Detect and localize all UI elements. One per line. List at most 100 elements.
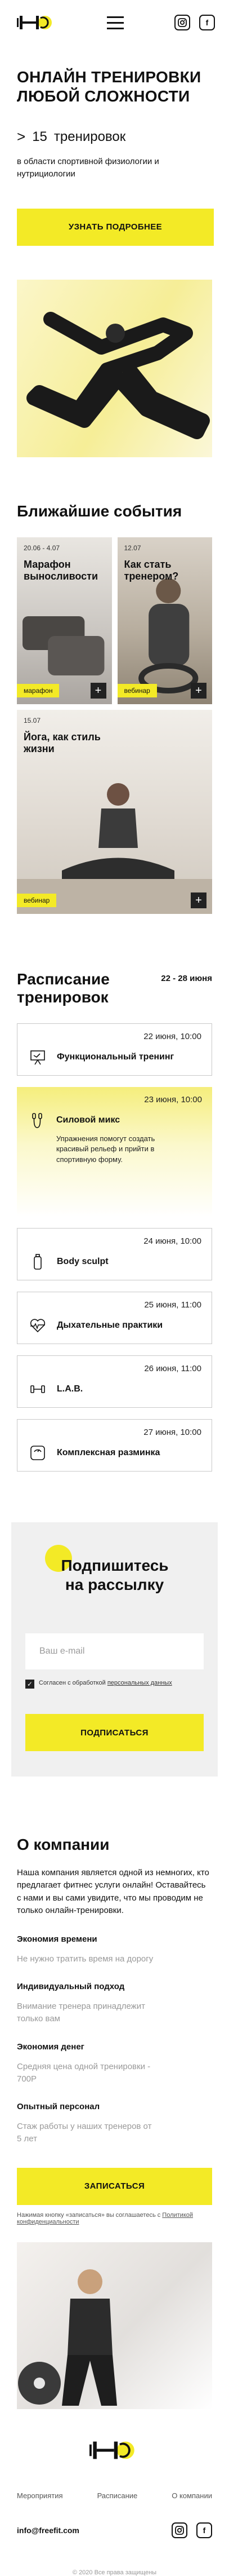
whiteboard-icon: [28, 1047, 48, 1067]
signup-note: Нажимая кнопку «записаться» вы соглашает…: [17, 2212, 212, 2225]
dumbbell-icon: [28, 1379, 48, 1399]
consent-checkbox[interactable]: ✓: [25, 1680, 34, 1689]
dumbbell-logo-icon: [89, 2441, 134, 2459]
footer-logo[interactable]: [17, 2440, 212, 2460]
schedule-title: Расписание тренировок: [17, 970, 110, 1006]
feature-text: Внимание тренера принадлежит только вам: [17, 2001, 145, 2024]
footer-copyright: © 2020 Все права защищены: [72, 2569, 157, 2576]
hero-title: ОНЛАЙН ТРЕНИРОВКИ ЛЮБОЙ СЛОЖНОСТИ: [17, 68, 201, 105]
footer-link-events[interactable]: Мероприятия: [17, 2491, 63, 2500]
dumbbell-logo-icon: [17, 16, 52, 29]
counter-value: 15: [32, 129, 47, 144]
schedule-date: 24 июня, 10:00: [143, 1236, 201, 1247]
menu-burger-button[interactable]: [107, 16, 124, 29]
schedule-name: Body sculpt: [57, 1257, 109, 1267]
privacy-link[interactable]: персональных данных: [107, 1680, 172, 1686]
schedule-name: L.A.B.: [57, 1384, 83, 1394]
instagram-icon[interactable]: [172, 2522, 187, 2538]
footer-contact: info@freefit.com f: [17, 2522, 212, 2538]
schedule-item[interactable]: 24 июня, 10:00 Body sculpt: [17, 1228, 212, 1281]
footer-email[interactable]: info@freefit.com: [17, 2526, 79, 2535]
schedule-date: 25 июня, 11:00: [144, 1300, 201, 1310]
schedule-section: Расписание тренировок 22 - 28 июня 22 ию…: [0, 970, 229, 1472]
event-card[interactable]: 15.07 Йога, как стиль жизни вебинар +: [17, 709, 212, 914]
event-date: 15.07: [24, 716, 41, 724]
event-title: Марафон выносливости: [24, 558, 98, 582]
events-section: Ближайшие события 20.06 - 4.07 Марафон в…: [0, 502, 229, 914]
logo[interactable]: [17, 15, 56, 30]
schedule-header: Расписание тренировок 22 - 28 июня: [17, 970, 212, 1006]
email-input[interactable]: [25, 1633, 204, 1670]
feature-title: Экономия денег: [17, 2042, 84, 2052]
heartbeat-icon: [28, 1315, 48, 1336]
feature-text: Средняя цена одной тренировки - 700Р: [17, 2061, 151, 2084]
schedule-list: 22 июня, 10:00 Функциональный тренинг 23…: [17, 1023, 212, 1472]
bottle-icon: [28, 1252, 48, 1272]
schedule-item[interactable]: 25 июня, 11:00 Дыхательные практики: [17, 1292, 212, 1345]
gym-photo: [17, 2242, 212, 2409]
feature-text: Стаж работы у наших тренеров от 5 лет: [17, 2122, 152, 2144]
vk-icon[interactable]: f: [199, 15, 215, 30]
consent-label: Согласен с обработкой: [39, 1680, 106, 1687]
event-title: Как стать тренером?: [124, 558, 179, 582]
subscribe-button[interactable]: ПОДПИСАТЬСЯ: [25, 1714, 204, 1752]
feature-title: Экономия времени: [17, 1934, 97, 1944]
event-badge: марафон: [17, 683, 60, 697]
about-section: О компании Наша компания является одной …: [0, 1836, 229, 2225]
about-title: О компании: [17, 1836, 110, 1854]
schedule-item[interactable]: 22 июня, 10:00 Функциональный тренинг: [17, 1023, 212, 1076]
event-badge: вебинар: [17, 893, 57, 907]
event-date: 12.07: [124, 544, 141, 552]
event-title: Йога, как стиль жизни: [24, 731, 101, 755]
events-title: Ближайшие события: [17, 502, 182, 520]
add-event-button[interactable]: +: [191, 682, 206, 699]
footer-social-links: f: [172, 2522, 212, 2538]
training-counter: > 15 тренировок: [17, 128, 212, 145]
footer: Мероприятия Расписание О компании info@f…: [0, 2440, 229, 2576]
feature-title: Индивидуальный подход: [17, 1982, 125, 1992]
hero-subtitle: в области спортивной физиологии и нутриц…: [17, 157, 159, 179]
footer-link-about[interactable]: О компании: [172, 2491, 212, 2500]
jump-rope-icon: [27, 1110, 47, 1130]
add-event-button[interactable]: +: [191, 892, 206, 908]
consent-text: Согласен с обработкой персональных данны…: [39, 1680, 172, 1686]
event-card[interactable]: 12.07 Как стать тренером? вебинар +: [117, 537, 212, 704]
schedule-item[interactable]: 26 июня, 11:00 L.A.B.: [17, 1355, 212, 1408]
schedule-date: 27 июня, 10:00: [143, 1428, 201, 1438]
subscribe-section: Подпишитесь на рассылку ✓ Согласен с обр…: [11, 1522, 218, 1777]
scale-icon: [28, 1443, 48, 1463]
vk-icon[interactable]: f: [196, 2522, 212, 2538]
counter-label: тренировок: [53, 129, 126, 144]
event-badge: вебинар: [117, 683, 157, 697]
schedule-date: 26 июня, 11:00: [144, 1364, 201, 1374]
consent-row: ✓ Согласен с обработкой персональных дан…: [25, 1680, 204, 1689]
learn-more-button[interactable]: УЗНАТЬ ПОДРОБНЕЕ: [17, 208, 214, 246]
event-date: 20.06 - 4.07: [24, 544, 60, 552]
header: f: [0, 0, 229, 45]
counter-prefix: >: [17, 128, 26, 145]
add-event-button[interactable]: +: [90, 682, 106, 699]
footer-nav: Мероприятия Расписание О компании: [17, 2491, 212, 2500]
schedule-name: Силовой микс: [56, 1115, 120, 1125]
footer-link-schedule[interactable]: Расписание: [97, 2491, 138, 2500]
note-text: Нажимая кнопку «записаться» вы соглашает…: [17, 2211, 161, 2219]
schedule-name: Комплексная разминка: [57, 1448, 160, 1458]
subscribe-title: Подпишитесь на рассылку: [61, 1557, 169, 1593]
schedule-date: 23 июня, 10:00: [144, 1095, 202, 1105]
schedule-date-range: 22 - 28 июня: [161, 973, 212, 983]
schedule-item-highlighted[interactable]: 23 июня, 10:00 Силовой микс Упражнения п…: [17, 1087, 212, 1217]
event-card[interactable]: 20.06 - 4.07 Марафон выносливости марафо…: [17, 537, 112, 704]
schedule-date: 22 июня, 10:00: [143, 1032, 201, 1042]
schedule-item[interactable]: 27 июня, 10:00 Комплексная разминка: [17, 1419, 212, 1472]
schedule-name: Функциональный тренинг: [57, 1052, 174, 1062]
hero-section: ОНЛАЙН ТРЕНИРОВКИ ЛЮБОЙ СЛОЖНОСТИ > 15 т…: [0, 45, 229, 246]
about-intro: Наша компания является одной из немногих…: [17, 1867, 209, 1916]
hero-athlete-photo: [17, 279, 212, 457]
feature-title: Опытный персонал: [17, 2102, 100, 2112]
instagram-icon[interactable]: [174, 15, 190, 30]
schedule-description: Упражнения помогут создать красивый рель…: [56, 1134, 155, 1164]
social-links: f: [174, 15, 215, 30]
events-grid: 20.06 - 4.07 Марафон выносливости марафо…: [17, 537, 212, 914]
signup-button[interactable]: ЗАПИСАТЬСЯ: [17, 2167, 212, 2205]
schedule-name: Дыхательные практики: [57, 1320, 163, 1331]
